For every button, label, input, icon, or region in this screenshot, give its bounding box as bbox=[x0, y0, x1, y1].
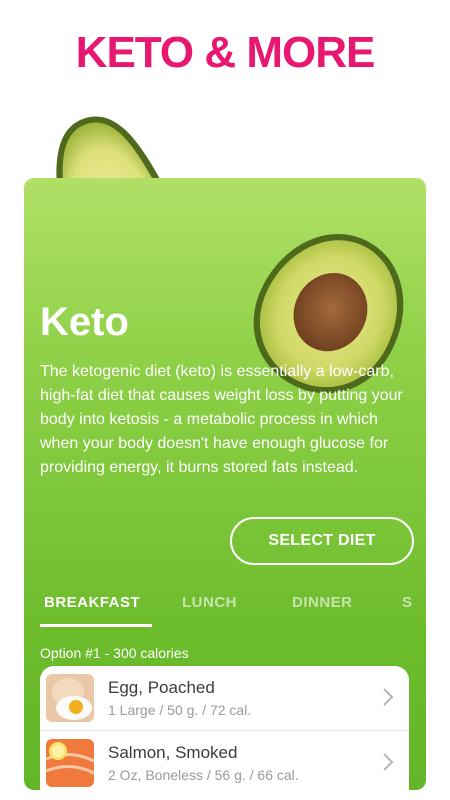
chevron-right-icon bbox=[383, 753, 394, 771]
tab-snacks[interactable]: S bbox=[402, 594, 413, 611]
food-name: Egg, Poached bbox=[108, 678, 215, 697]
food-list-item[interactable]: Egg, Poached 1 Large / 50 g. / 72 cal. bbox=[40, 666, 409, 730]
food-serving-info: 2 Oz, Boneless / 56 g. / 66 cal. bbox=[108, 767, 299, 783]
food-list-item[interactable]: Salmon, Smoked 2 Oz, Boneless / 56 g. / … bbox=[40, 730, 409, 790]
app-headline: KETO & MORE bbox=[75, 28, 376, 77]
tab-breakfast[interactable]: BREAKFAST bbox=[44, 594, 140, 611]
active-tab-indicator bbox=[40, 624, 152, 627]
food-serving-info: 1 Large / 50 g. / 72 cal. bbox=[108, 702, 252, 718]
chevron-right-icon bbox=[383, 688, 394, 706]
tab-dinner[interactable]: DINNER bbox=[292, 594, 353, 611]
food-list: Egg, Poached 1 Large / 50 g. / 72 cal. S… bbox=[40, 666, 409, 790]
select-diet-button[interactable]: SELECT DIET bbox=[230, 517, 414, 565]
diet-description: The ketogenic diet (keto) is essentially… bbox=[40, 363, 403, 476]
meal-tabs: BREAKFAST LUNCH DINNER S bbox=[24, 578, 426, 628]
option-calories-label: Option #1 - 300 calories bbox=[40, 645, 189, 661]
food-name: Salmon, Smoked bbox=[108, 743, 238, 762]
smoked-salmon-icon bbox=[46, 739, 94, 787]
diet-title: Keto bbox=[40, 300, 129, 344]
poached-egg-icon bbox=[46, 674, 94, 722]
tab-lunch[interactable]: LUNCH bbox=[182, 594, 237, 611]
